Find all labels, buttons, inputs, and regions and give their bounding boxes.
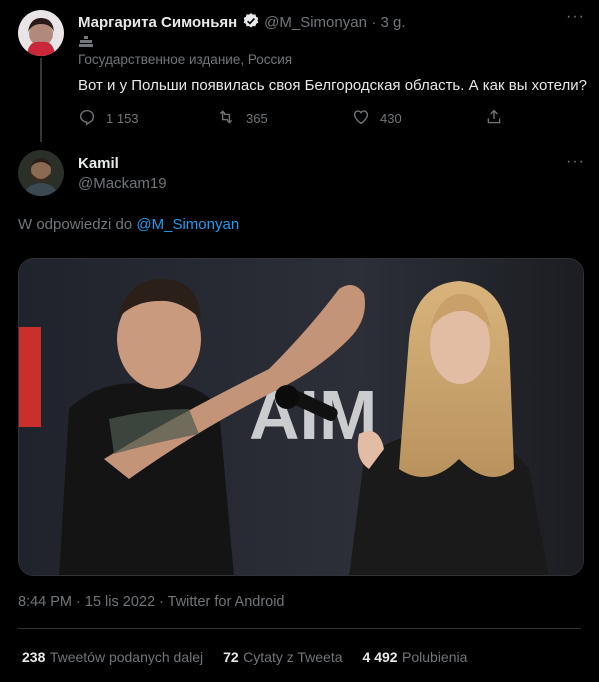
media-video[interactable]: AIM	[18, 258, 584, 576]
heart-icon	[352, 108, 370, 129]
reply-handle[interactable]: @Mackam19	[78, 175, 167, 192]
parent-handle[interactable]: @M_Simonyan	[264, 14, 367, 31]
reply-display-name[interactable]: Kamil	[78, 155, 119, 172]
stat-likes-label: Polubienia	[402, 649, 468, 665]
more-icon[interactable]: ···	[566, 8, 585, 26]
reply-avatar[interactable]	[18, 150, 64, 196]
parent-avatar[interactable]	[18, 10, 64, 56]
parent-header: Маргарита Симоньян @M_Simonyan · 3 g.	[78, 12, 406, 35]
retweet-icon	[216, 108, 236, 129]
video-frame: AIM	[19, 259, 583, 575]
stat-quotes-label: Cytaty z Tweeta	[243, 649, 343, 665]
retweet-count: 365	[246, 111, 268, 126]
stat-retweets-count: 238	[22, 649, 46, 665]
stat-retweets[interactable]: 238 Tweetów podanych dalej	[22, 649, 203, 667]
stats-bar: 238 Tweetów podanych dalej 72 Cytaty z T…	[22, 649, 467, 667]
divider-top	[18, 628, 581, 629]
stat-quotes-count: 72	[223, 649, 239, 665]
tweet-timestamp[interactable]: 8:44 PM · 15 lis 2022 · Twitter for Andr…	[18, 594, 285, 610]
reply-count: 1 153	[106, 111, 139, 126]
stat-retweets-label: Tweetów podanych dalej	[49, 649, 204, 665]
parent-display-name[interactable]: Маргарита Симоньян	[78, 14, 237, 31]
parent-text: Вот и у Польши появилась своя Белгородск…	[78, 77, 588, 94]
stat-likes[interactable]: 4 492 Polubienia	[363, 649, 468, 667]
share-button[interactable]	[485, 108, 503, 129]
state-label: Государственное издание, Россия	[78, 52, 293, 67]
reply-more-icon[interactable]: ···	[566, 153, 585, 171]
like-button[interactable]: 430	[352, 108, 402, 129]
reply-to-link[interactable]: @M_Simonyan	[136, 216, 239, 233]
reply-prefix: W odpowiedzi do	[18, 216, 133, 233]
like-count: 430	[380, 111, 402, 126]
share-icon	[485, 108, 503, 129]
state-media-icon	[78, 35, 94, 53]
retweet-button[interactable]: 365	[216, 108, 268, 129]
reply-context: W odpowiedzi do @M_Simonyan	[18, 216, 239, 233]
parent-time[interactable]: · 3 g.	[371, 14, 405, 31]
thread-line	[40, 58, 42, 142]
reply-button[interactable]: 1 153	[78, 108, 139, 129]
reply-icon	[78, 108, 96, 129]
stat-likes-count: 4 492	[362, 649, 398, 665]
verified-badge-icon	[242, 12, 260, 35]
stat-quotes[interactable]: 72 Cytaty z Tweeta	[223, 649, 342, 667]
